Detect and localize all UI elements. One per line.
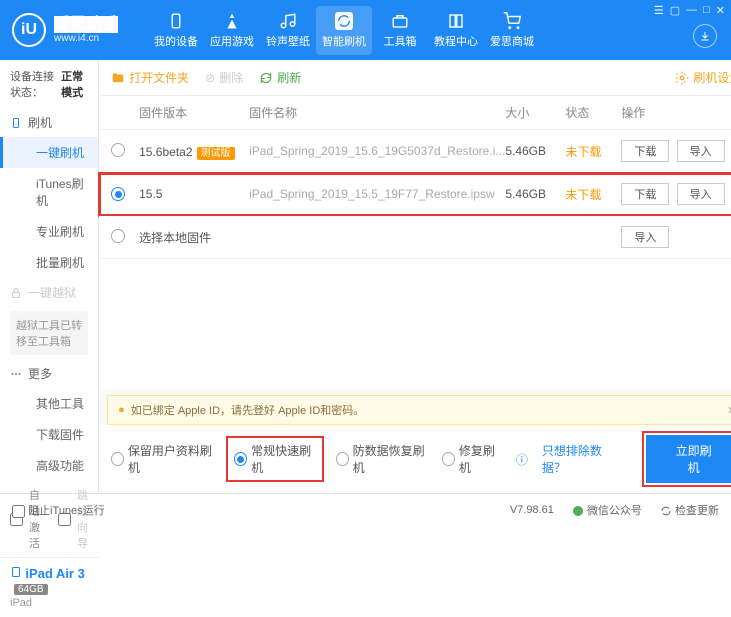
flash-now-button[interactable]: 立即刷机: [646, 435, 731, 483]
import-button[interactable]: 导入: [677, 183, 725, 205]
table-header: 固件版本 固件名称 大小 状态 操作: [99, 96, 731, 130]
nav-toolbox[interactable]: 工具箱: [372, 6, 428, 55]
mode-antirecovery[interactable]: 防数据恢复刷机: [336, 442, 428, 476]
check-update-link[interactable]: 检查更新: [660, 502, 719, 518]
more-icon: [10, 368, 22, 380]
nav-apps[interactable]: 应用游戏: [204, 6, 260, 55]
radio-unchecked[interactable]: [111, 143, 125, 157]
sidebar-item-batch[interactable]: 批量刷机: [0, 247, 98, 278]
sidebar-item-itunes[interactable]: iTunes刷机: [0, 168, 98, 216]
wechat-link[interactable]: 微信公众号: [572, 502, 642, 518]
flash-settings-button[interactable]: 刷机设置: [675, 69, 731, 86]
gear-icon: [675, 71, 689, 85]
local-firmware-row[interactable]: 选择本地固件 导入: [99, 216, 731, 259]
app-title: 爱思助手: [54, 16, 118, 34]
appleid-alert: ● 如已绑定 Apple ID，请先登好 Apple ID和密码。 ✕: [107, 395, 731, 425]
delete-icon: ⊘: [205, 71, 215, 85]
refresh-icon: [259, 71, 273, 85]
import-button[interactable]: 导入: [677, 140, 725, 162]
logo-icon: iU: [12, 13, 46, 47]
toolbox-icon: [391, 12, 409, 30]
group-flash[interactable]: 刷机: [0, 108, 98, 137]
book-icon: [447, 12, 465, 30]
status-bar: 阻止iTunes运行 V7.98.61 微信公众号 检查更新: [0, 493, 731, 526]
warning-icon: ●: [118, 404, 125, 416]
wechat-icon: [572, 505, 584, 517]
app-site: www.i4.cn: [54, 33, 118, 44]
apps-icon: [223, 12, 241, 30]
app-header: iU 爱思助手 www.i4.cn 我的设备 应用游戏 铃声壁纸 智能刷机 工具…: [0, 0, 731, 60]
skin-icon[interactable]: ▢: [670, 4, 680, 17]
exclude-data-link[interactable]: 只想排除数据？: [542, 442, 618, 476]
device-info[interactable]: iPad Air 3 64GB iPad: [0, 557, 98, 617]
download-button[interactable]: 下载: [621, 183, 669, 205]
sidebar-item-pro[interactable]: 专业刷机: [0, 216, 98, 247]
mode-repair[interactable]: 修复刷机: [442, 442, 502, 476]
refresh-icon: [335, 12, 353, 30]
minimize-icon[interactable]: —: [686, 4, 697, 17]
connection-status: 设备连接状态：正常模式: [0, 60, 98, 108]
import-button[interactable]: 导入: [621, 226, 669, 248]
update-icon: [660, 505, 672, 517]
block-itunes-option[interactable]: 阻止iTunes运行: [12, 502, 105, 518]
open-folder-button[interactable]: 打开文件夹: [111, 69, 189, 86]
mode-keepdata[interactable]: 保留用户资料刷机: [111, 442, 214, 476]
top-nav: 我的设备 应用游戏 铃声壁纸 智能刷机 工具箱 教程中心 爱思商城: [148, 6, 540, 55]
radio-checked[interactable]: [111, 187, 125, 201]
nav-store[interactable]: 爱思商城: [484, 6, 540, 55]
sidebar-item-oneclick[interactable]: 一键刷机: [0, 137, 98, 168]
group-jailbreak[interactable]: 一键越狱: [0, 278, 98, 307]
toolbar: 打开文件夹 ⊘ 删除 刷新 刷机设置: [99, 60, 731, 96]
auto-activate-option[interactable]: 自动激活 跳过向导: [0, 481, 98, 557]
group-more[interactable]: 更多: [0, 359, 98, 388]
nav-flash[interactable]: 智能刷机: [316, 6, 372, 55]
main-panel: 打开文件夹 ⊘ 删除 刷新 刷机设置 固件版本 固件名称 大小 状态 操作: [99, 60, 731, 493]
sidebar-item-advanced[interactable]: 高级功能: [0, 450, 98, 481]
device-icon: [167, 12, 185, 30]
music-icon: [279, 12, 297, 30]
jailbreak-note: 越狱工具已转移至工具箱: [10, 311, 88, 355]
sidebar-item-downloadfw[interactable]: 下载固件: [0, 419, 98, 450]
sidebar-item-othertools[interactable]: 其他工具: [0, 388, 98, 419]
block-itunes-checkbox[interactable]: [12, 505, 25, 518]
window-controls: ☰ ▢ — □ ✕: [654, 4, 725, 17]
maximize-icon[interactable]: □: [703, 4, 710, 17]
folder-icon: [111, 71, 125, 85]
phone-icon: [10, 117, 22, 129]
sidebar: 设备连接状态：正常模式 刷机 一键刷机 iTunes刷机 专业刷机 批量刷机 一…: [0, 60, 99, 493]
info-icon[interactable]: ⓘ: [516, 451, 528, 468]
delete-button: ⊘ 删除: [205, 69, 243, 86]
menu-icon[interactable]: ☰: [654, 4, 664, 17]
version-label: V7.98.61: [510, 504, 554, 516]
firmware-row-selected[interactable]: 15.5 iPad_Spring_2019_15.5_19F77_Restore…: [99, 173, 731, 216]
radio-unchecked[interactable]: [111, 229, 125, 243]
tablet-icon: [10, 566, 22, 578]
refresh-button[interactable]: 刷新: [259, 69, 301, 86]
lock-icon: [10, 287, 22, 299]
nav-mydevice[interactable]: 我的设备: [148, 6, 204, 55]
flash-mode-bar: 保留用户资料刷机 常规快速刷机 防数据恢复刷机 修复刷机 ⓘ 只想排除数据？ 立…: [99, 425, 731, 493]
download-button[interactable]: 下载: [621, 140, 669, 162]
nav-ringtone[interactable]: 铃声壁纸: [260, 6, 316, 55]
nav-tutorial[interactable]: 教程中心: [428, 6, 484, 55]
firmware-row[interactable]: 15.6beta2测试版 iPad_Spring_2019_15.6_19G50…: [99, 130, 731, 173]
cart-icon: [503, 12, 521, 30]
mode-normal[interactable]: 常规快速刷机: [228, 438, 321, 480]
alert-close-icon[interactable]: ✕: [727, 404, 731, 417]
download-circle-icon[interactable]: [693, 24, 717, 48]
logo: iU 爱思助手 www.i4.cn: [12, 13, 118, 47]
beta-badge: 测试版: [197, 147, 235, 160]
storage-badge: 64GB: [14, 584, 48, 595]
close-icon[interactable]: ✕: [716, 4, 725, 17]
